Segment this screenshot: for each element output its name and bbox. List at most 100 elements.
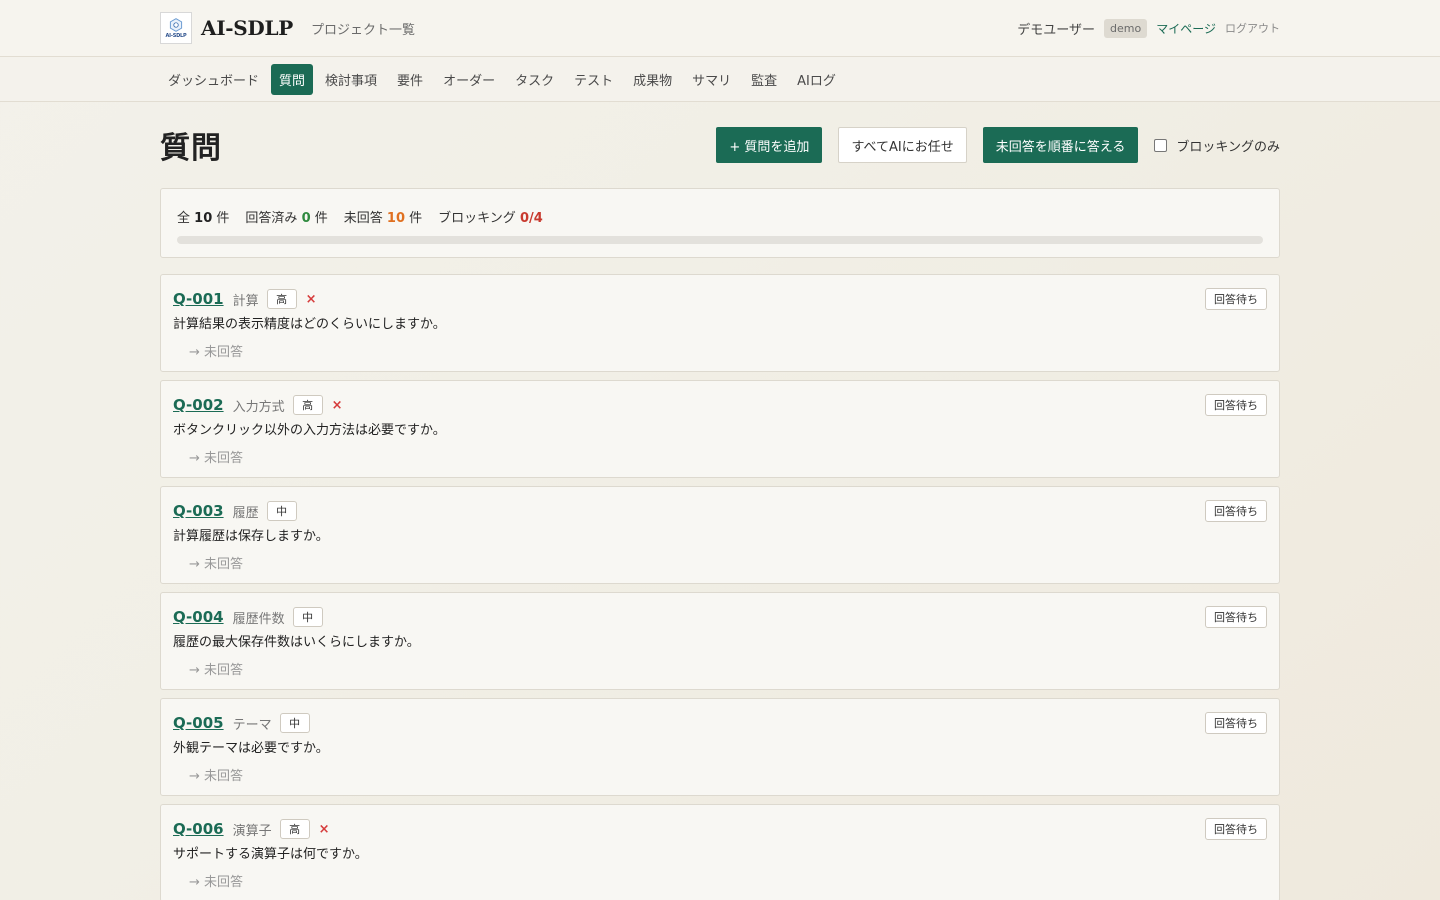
- nav-tabs: ダッシュボード 質問 検討事項 要件 オーダー タスク テスト 成果物 サマリ 監査 AIログ: [160, 57, 1280, 101]
- blocking-filter-label: ブロッキングのみ: [1176, 139, 1280, 155]
- answered-count: 回答済み 0 件: [245, 207, 327, 226]
- logout-link[interactable]: ログアウト: [1225, 20, 1280, 36]
- app-name[interactable]: AI-SDLP: [201, 16, 293, 40]
- answered-suffix: 件: [314, 211, 328, 226]
- nav-tab[interactable]: テスト: [566, 64, 621, 95]
- nav-tab[interactable]: サマリ: [684, 64, 739, 95]
- question-id-link[interactable]: Q-003: [173, 502, 224, 520]
- add-question-button[interactable]: + 質問を追加: [716, 127, 823, 163]
- question-id-link[interactable]: Q-001: [173, 290, 224, 308]
- question-id-link[interactable]: Q-006: [173, 820, 224, 838]
- status-badge: 回答待ち: [1205, 712, 1267, 734]
- question-list: Q-001 計算高 × 回答待ち 計算結果の表示精度はどのくらいにしますか。 → 未回答 Q…: [160, 274, 1280, 900]
- mypage-link[interactable]: マイページ: [1156, 20, 1216, 37]
- unanswered-suffix: 件: [409, 211, 423, 226]
- priority-badge: 高: [266, 289, 297, 309]
- blocking-checkbox[interactable]: [1154, 138, 1168, 152]
- summary-stats: 全 10 件 回答済み 0 件 未回答 10 件 ブロッキング 0/4: [177, 207, 1263, 226]
- question-text: サポートする演算子は何ですか。: [173, 847, 368, 862]
- question-answer: → 未回答: [189, 345, 244, 360]
- user-area: デモユーザー demo マイページ ログアウト: [1017, 18, 1280, 38]
- question-id-link[interactable]: Q-004: [173, 608, 224, 626]
- question-category: 演算子: [232, 823, 272, 839]
- question-text: ボタンクリック以外の入力方法は必要ですか。: [173, 423, 446, 438]
- question-text: 履歴の最大保存件数はいくらにしますか。: [173, 635, 420, 650]
- question-header: Q-002 入力方式高 ×: [173, 393, 1267, 417]
- blocking-prefix: ブロッキング: [438, 211, 516, 226]
- title-row: 質問 + 質問を追加 すべてAIにお任せ 未回答を順番に答える ブロッキングのみ: [160, 102, 1280, 188]
- nav-tab[interactable]: 質問: [271, 63, 314, 95]
- question-header: Q-006 演算子高 ×: [173, 817, 1267, 841]
- user-name: デモユーザー: [1017, 22, 1096, 38]
- total-suffix: 件: [216, 211, 230, 226]
- question-card: Q-001 計算高 × 回答待ち計算結果の表示精度はどのくらいにしますか。 → 未回答: [160, 274, 1280, 372]
- question-card: Q-002 入力方式高 × 回答待ちボタンクリック以外の入力方法は必要ですか。 → 未回…: [160, 380, 1280, 478]
- question-header: Q-004 履歴件数中: [173, 605, 1267, 629]
- question-text: 外観テーマは必要ですか。: [173, 741, 329, 756]
- unanswered-count: 未回答 10 件: [344, 207, 422, 226]
- question-category: 入力方式: [232, 399, 285, 415]
- blocking-x-icon: ×: [318, 821, 330, 837]
- brand[interactable]: AI-SDLP AI-SDLP プロジェクト一覧: [160, 12, 415, 44]
- question-header: Q-005 テーマ中: [173, 711, 1267, 735]
- summary-panel: 全 10 件 回答済み 0 件 未回答 10 件 ブロッキング 0/4: [160, 188, 1280, 258]
- blocking-value: 0/4: [519, 211, 543, 226]
- question-header: Q-003 履歴中: [173, 499, 1267, 523]
- total-prefix: 全: [177, 211, 191, 226]
- nav-tab[interactable]: 検討事項: [317, 64, 385, 95]
- unanswered-value: 10: [386, 211, 406, 226]
- priority-badge: 高: [292, 395, 323, 415]
- question-category: 計算: [232, 293, 259, 309]
- question-text: 計算結果の表示精度はどのくらいにしますか。: [173, 317, 446, 332]
- main-content: 質問 + 質問を追加 すべてAIにお任せ 未回答を順番に答える ブロッキングのみ…: [160, 102, 1280, 900]
- answer-sequential-button[interactable]: 未回答を順番に答える: [982, 127, 1139, 163]
- logo-text: AI-SDLP: [165, 32, 187, 39]
- question-category: 履歴: [232, 505, 259, 521]
- question-answer: → 未回答: [189, 769, 244, 784]
- project-list-link[interactable]: プロジェクト一覧: [311, 19, 415, 38]
- question-answer: → 未回答: [189, 875, 244, 890]
- page-title: 質問: [160, 131, 222, 166]
- status-badge: 回答待ち: [1205, 288, 1267, 310]
- question-answer: → 未回答: [189, 663, 244, 678]
- question-header: Q-001 計算高 ×: [173, 287, 1267, 311]
- nav-tab[interactable]: 成果物: [625, 64, 680, 95]
- question-answer: → 未回答: [189, 557, 244, 572]
- user-badge: demo: [1104, 18, 1148, 38]
- progress-bar: [177, 236, 1263, 244]
- blocking-filter[interactable]: ブロッキングのみ: [1154, 136, 1280, 155]
- blocking-x-icon: ×: [331, 397, 343, 413]
- status-badge: 回答待ち: [1205, 394, 1267, 416]
- question-text: 計算履歴は保存しますか。: [173, 529, 329, 544]
- question-id-link[interactable]: Q-005: [173, 714, 224, 732]
- question-card: Q-005 テーマ中 回答待ち 外観テーマは必要ですか。 → 未回答: [160, 698, 1280, 796]
- question-answer: → 未回答: [189, 451, 244, 466]
- status-badge: 回答待ち: [1205, 818, 1267, 840]
- question-category: テーマ: [232, 717, 272, 733]
- nav-tab[interactable]: 監査: [743, 64, 785, 95]
- question-card: Q-004 履歴件数中 回答待ち履歴の最大保存件数はいくらにしますか。 → 未回答: [160, 592, 1280, 690]
- action-bar: + 質問を追加 すべてAIにお任せ 未回答を順番に答える ブロッキングのみ: [700, 127, 1280, 163]
- nav-tab[interactable]: オーダー: [435, 64, 503, 95]
- blocking-x-icon: ×: [305, 291, 317, 307]
- total-count: 全 10 件: [177, 207, 229, 226]
- question-id-link[interactable]: Q-002: [173, 396, 224, 414]
- question-card: Q-006 演算子高 × 回答待ちサポートする演算子は何ですか。 → 未回答: [160, 804, 1280, 900]
- question-category: 履歴件数: [232, 611, 285, 627]
- ai-delegate-button[interactable]: すべてAIにお任せ: [838, 127, 967, 163]
- nav-tab[interactable]: タスク: [507, 64, 562, 95]
- priority-badge: 中: [292, 607, 323, 627]
- priority-badge: 中: [266, 501, 297, 521]
- top-bar: AI-SDLP AI-SDLP プロジェクト一覧 デモユーザー demo マイペ…: [0, 0, 1440, 57]
- nav-bar: ダッシュボード 質問 検討事項 要件 オーダー タスク テスト 成果物 サマリ 監査 AIログ: [0, 57, 1440, 102]
- question-card: Q-003 履歴中 回答待ち 計算履歴は保存しますか。 → 未回答: [160, 486, 1280, 584]
- nav-tab[interactable]: ダッシュボード: [160, 64, 267, 95]
- priority-badge: 高: [279, 819, 310, 839]
- status-badge: 回答待ち: [1205, 606, 1267, 628]
- answered-prefix: 回答済み: [245, 211, 298, 226]
- blocking-count: ブロッキング 0/4: [438, 207, 543, 226]
- nav-tab[interactable]: 要件: [389, 64, 431, 95]
- app-logo[interactable]: AI-SDLP: [160, 12, 192, 44]
- logo-hex-icon: [169, 17, 183, 32]
- nav-tab[interactable]: AIログ: [789, 64, 844, 95]
